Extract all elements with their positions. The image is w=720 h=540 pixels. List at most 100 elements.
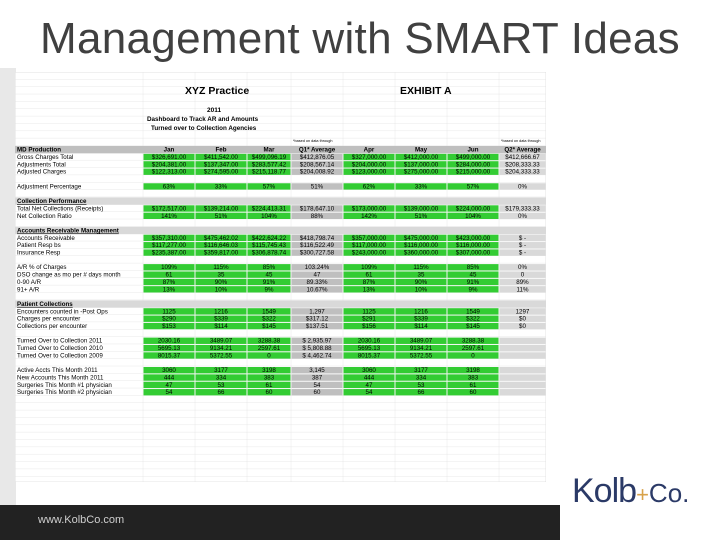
cell-value: $114 [214,323,228,330]
cell-value: 8015.37 [158,352,181,359]
cell-value: $475,462.02 [204,235,239,242]
cell-value: $339 [414,316,428,323]
cell-value: 383 [468,374,479,381]
column-header-label: MD Production [17,147,61,154]
cell-value: 57% [263,183,276,190]
row-label: Net Collection Ratio [17,213,72,220]
cell-value: 89.33% [307,279,328,286]
cell-value: $145 [466,323,480,330]
cell-value: 10.67% [307,286,328,293]
cell-value: 63% [163,183,176,190]
cell-value: 1216 [414,308,428,315]
cell-value: 51% [215,213,228,220]
cell-value: $139,214.00 [204,205,239,212]
cell-value: 1297 [516,308,530,315]
row-label: Insurance Resp [17,250,61,257]
cell-value: $173,000.00 [352,205,387,212]
cell-value: 10% [415,286,428,293]
row-label: Turned Over to Collection 2010 [17,345,103,352]
cell-value: $0 [519,316,526,323]
cell-value: $359,817.00 [204,250,239,257]
cell-value: $204,000.00 [352,161,387,168]
cell-value: $499,000.00 [456,154,491,161]
cell-value: $284,000.00 [456,161,491,168]
cell-value: 89% [516,279,529,286]
cell-value: $306,878.74 [252,250,287,257]
cell-value: 103.24% [305,264,330,271]
cell-value: 60 [266,389,273,396]
cell-value: 142% [361,213,377,220]
row-label: Surgeries This Month #2 physician [17,389,112,396]
subtitle-1: Dashboard to Track AR and Amounts [147,116,259,123]
cell-value: $137,000.00 [404,161,439,168]
cell-value: $ - [519,235,526,242]
cell-value: 47 [166,382,173,389]
cell-value: 61 [366,272,373,279]
cell-value: 383 [264,374,275,381]
cell-value: 35 [418,272,425,279]
cell-value: 91% [467,279,480,286]
cell-value: 54 [166,389,173,396]
cell-value: 1,297 [309,308,325,315]
cell-value: $208,333.33 [505,161,540,168]
cell-value: 54 [314,382,321,389]
left-accent-bar [0,68,16,540]
cell-value: $139,000.00 [404,205,439,212]
cell-value: 109% [161,264,177,271]
cell-value: $208,567.14 [300,161,335,168]
cell-value: $360,000.00 [404,250,439,257]
footer-url: www.KolbCo.com [38,514,125,526]
cell-value: $204,008.92 [300,169,335,176]
row-label: Adjusted Charges [17,169,66,176]
row-label: Accounts Receivable [17,235,75,242]
cell-value: 1125 [362,308,376,315]
cell-value: $204,381.00 [152,161,187,168]
cell-value: 3489.07 [210,338,233,345]
column-header: May [415,147,428,154]
row-label: Turned Over to Collection 2011 [17,338,103,345]
cell-value: 9% [265,286,274,293]
section-header-bg [15,300,546,308]
column-header: Q1* Average [299,147,336,154]
cell-value: 2597.61 [258,345,281,352]
cell-value: $275,000.00 [404,169,439,176]
row-label: Adjustments Total [17,161,66,168]
cell-value: $117,277.00 [152,242,187,249]
cell-value: 66 [218,389,225,396]
q2-average-cell-fill [499,389,546,396]
cell-value: 61 [166,272,173,279]
cell-value: $326,691.00 [152,154,187,161]
column-header: Jan [164,147,175,154]
cell-value: 3198 [466,367,480,374]
cell-value: 3,145 [309,367,325,374]
cell-value: $235,387.00 [152,250,187,257]
q2-average-cell-fill [499,344,546,352]
cell-value: 90% [215,279,228,286]
cell-value: 8015.37 [358,352,381,359]
cell-value: 0 [521,272,525,279]
row-label: Encounters counted in -Post Ops [17,308,108,315]
cell-value: $322 [262,316,276,323]
cell-value: $307,000.00 [456,250,491,257]
cell-value: 5372.55 [210,352,233,359]
row-label: Gross Charges Total [17,154,73,161]
cell-value: 51% [415,213,428,220]
cell-value: 3288.38 [462,338,485,345]
cell-value: $339 [214,316,228,323]
column-header: Mar [263,147,275,154]
cell-value: 57% [467,183,480,190]
cell-value: $475,000.00 [404,235,439,242]
cell-value: $178,647.10 [300,205,335,212]
cell-value: $224,413.31 [252,205,287,212]
cell-value: $412,666.67 [505,154,540,161]
cell-value: $418,798.74 [300,235,335,242]
cell-value: 87% [363,279,376,286]
cell-value: $114 [414,323,428,330]
cell-value: 5695.13 [158,345,181,352]
cell-value: $122,313.00 [152,169,187,176]
cell-value: $116,000.00 [456,242,491,249]
cell-value: 2030.16 [158,338,181,345]
cell-value: 53 [418,382,425,389]
exhibit-label: EXHIBIT A [400,85,452,97]
column-header: Q2* Average [504,147,541,154]
